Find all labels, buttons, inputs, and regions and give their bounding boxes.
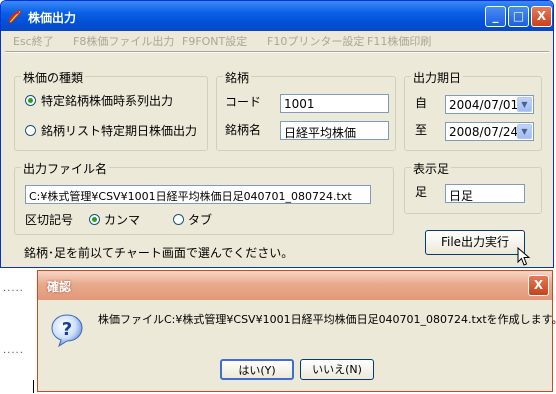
menu-font[interactable]: F9FONT設定 — [182, 33, 247, 49]
mouse-cursor-icon — [517, 247, 531, 266]
no-button[interactable]: いいえ(N) — [300, 359, 374, 380]
menu-separator — [5, 51, 549, 53]
display-label: 足 — [415, 185, 428, 199]
text-caret — [33, 380, 34, 393]
hint-text: 銘柄･足を前以てチャート画面で選んでください。 — [24, 246, 294, 260]
code-label: コード — [225, 95, 262, 109]
app-icon — [8, 9, 22, 24]
window-title: 株価出力 — [28, 11, 77, 25]
to-date-value: 2008/07/24 — [449, 125, 519, 139]
display-group-legend: 表示足 — [411, 160, 452, 177]
close-icon: X — [536, 9, 547, 23]
run-output-button[interactable]: File出力実行 — [425, 230, 525, 255]
question-icon: ? — [51, 314, 83, 348]
code-input[interactable]: 1001 — [280, 94, 389, 113]
to-date-combo[interactable]: 2008/07/24 ▼ — [445, 122, 534, 141]
menu-exit[interactable]: Esc終了 — [13, 33, 54, 49]
period-group: 出力期日 自 2004/07/01 ▼ 至 2008/07/24 ▼ — [404, 69, 542, 151]
from-date-value: 2004/07/01 — [449, 98, 519, 112]
dialog-title-bar[interactable]: 確認 X — [38, 271, 552, 300]
period-group-legend: 出力期日 — [411, 69, 464, 86]
background-dots-1: ..... — [3, 283, 24, 294]
confirm-dialog: 確認 X ? 株価ファイルC:¥株式管理¥CSV¥1001日経平均株価日足040… — [37, 270, 556, 392]
dialog-close-button[interactable]: X — [528, 275, 549, 296]
menu-print[interactable]: F11株価印刷 — [367, 33, 431, 49]
minimize-button[interactable]: _ — [485, 6, 506, 27]
dialog-title: 確認 — [47, 280, 72, 294]
to-date-dropdown-icon[interactable]: ▼ — [517, 124, 532, 139]
svg-text:?: ? — [62, 319, 72, 340]
yes-button[interactable]: はい(Y) — [220, 359, 294, 380]
menu-printer[interactable]: F10プリンター設定 — [267, 33, 364, 49]
main-window: 株価出力 _ □ X Esc終了 F8株価ファイル出力 F9FONT設定 F10… — [0, 0, 554, 268]
kind-option2-label[interactable]: 銘柄リスト特定期日株価出力 — [41, 122, 197, 139]
brand-group-legend: 銘柄 — [223, 69, 252, 86]
from-date-dropdown-icon[interactable]: ▼ — [517, 97, 532, 112]
dialog-close-icon: X — [533, 278, 544, 292]
kind-group: 株価の種類 特定銘柄株価時系列出力 銘柄リスト特定期日株価出力 — [14, 69, 208, 151]
display-input[interactable]: 日足 — [445, 184, 525, 203]
file-group-legend: 出力ファイル名 — [21, 160, 110, 177]
delim-tab-radio[interactable] — [173, 214, 184, 225]
background-dots-2: ..... — [3, 345, 24, 356]
file-group: 出力ファイル名 C:¥株式管理¥CSV¥1001日経平均株価日足040701_0… — [14, 160, 394, 235]
kind-option2-radio[interactable] — [25, 125, 36, 136]
delim-comma-radio[interactable] — [89, 214, 100, 225]
brand-name-input[interactable]: 日経平均株価 — [280, 121, 389, 140]
menu-bar: Esc終了 F8株価ファイル出力 F9FONT設定 F10プリンター設定 F11… — [5, 31, 549, 49]
kind-group-legend: 株価の種類 — [21, 69, 86, 86]
to-label: 至 — [415, 123, 428, 137]
dialog-message: 株価ファイルC:¥株式管理¥CSV¥1001日経平均株価日足040701_080… — [98, 313, 556, 326]
menu-file-output[interactable]: F8株価ファイル出力 — [73, 33, 174, 49]
maximize-icon: □ — [512, 9, 525, 23]
from-label: 自 — [415, 96, 428, 110]
kind-option1-label[interactable]: 特定銘柄株価時系列出力 — [41, 92, 173, 109]
maximize-button[interactable]: □ — [508, 6, 529, 27]
from-date-combo[interactable]: 2004/07/01 ▼ — [445, 95, 534, 114]
kind-option1-radio[interactable] — [25, 95, 36, 106]
delimiter-label: 区切記号 — [25, 213, 74, 227]
brand-name-label: 銘柄名 — [225, 123, 262, 137]
delim-tab-label[interactable]: タブ — [188, 211, 212, 228]
display-group: 表示足 足 日足 — [404, 160, 542, 214]
title-bar[interactable]: 株価出力 _ □ X — [1, 1, 553, 31]
brand-group: 銘柄 コード 1001 銘柄名 日経平均株価 — [216, 69, 396, 151]
minimize-icon: _ — [492, 9, 499, 23]
close-button[interactable]: X — [531, 6, 552, 27]
delim-comma-label[interactable]: カンマ — [104, 211, 140, 228]
file-path-input[interactable]: C:¥株式管理¥CSV¥1001日経平均株価日足040701_080724.tx… — [25, 185, 371, 204]
